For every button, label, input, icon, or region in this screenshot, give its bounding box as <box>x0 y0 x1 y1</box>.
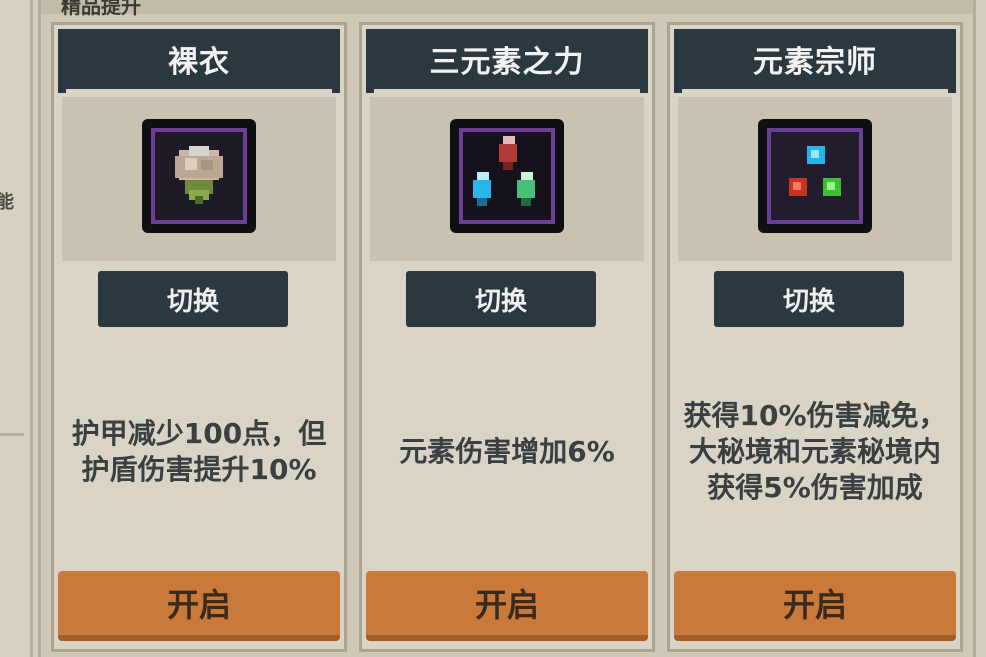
open-button[interactable]: 开启 <box>674 571 956 641</box>
card-description: 护甲减少100点，但护盾伤害提升10% <box>71 417 327 486</box>
talent-card-naked: 裸衣 切换 护甲减少100点，但护盾伤害提升10% 开启 <box>51 22 347 652</box>
left-panel-divider <box>0 433 24 436</box>
panel-header: 精品提升 <box>41 0 973 18</box>
flower-icon <box>142 119 256 233</box>
switch-button[interactable]: 切换 <box>98 271 288 327</box>
open-button[interactable]: 开启 <box>366 571 648 641</box>
open-button[interactable]: 开启 <box>58 571 340 641</box>
element-gems-icon <box>758 119 872 233</box>
talent-card-three-elements: 三元素之力 切换 元素伤害增加6% 开启 <box>359 22 655 652</box>
left-panel-text-fragment: 能 <box>0 192 14 213</box>
card-title: 裸衣 <box>58 29 340 93</box>
talent-card-element-master: 元素宗师 切换 获得10%伤害减免，大秘境和元素秘境内获得5%伤害加成 开启 <box>667 22 963 652</box>
switch-button[interactable]: 切换 <box>406 271 596 327</box>
switch-button[interactable]: 切换 <box>714 271 904 327</box>
talent-selection-panel: 精品提升 裸衣 切换 护甲减少100点，但护盾伤害提升10% 开启 三元素之力 … <box>38 0 976 657</box>
card-icon-area <box>370 97 644 261</box>
card-description: 元素伤害增加6% <box>399 435 615 468</box>
card-title: 元素宗师 <box>674 29 956 93</box>
card-title: 三元素之力 <box>366 29 648 93</box>
left-side-panel: 能 <box>0 0 33 657</box>
panel-title-fragment: 精品提升 <box>61 0 141 18</box>
card-icon-area <box>62 97 336 261</box>
card-icon-area <box>678 97 952 261</box>
card-description: 获得10%伤害减免，大秘境和元素秘境内获得5%伤害加成 <box>683 399 947 504</box>
three-crystals-icon <box>450 119 564 233</box>
